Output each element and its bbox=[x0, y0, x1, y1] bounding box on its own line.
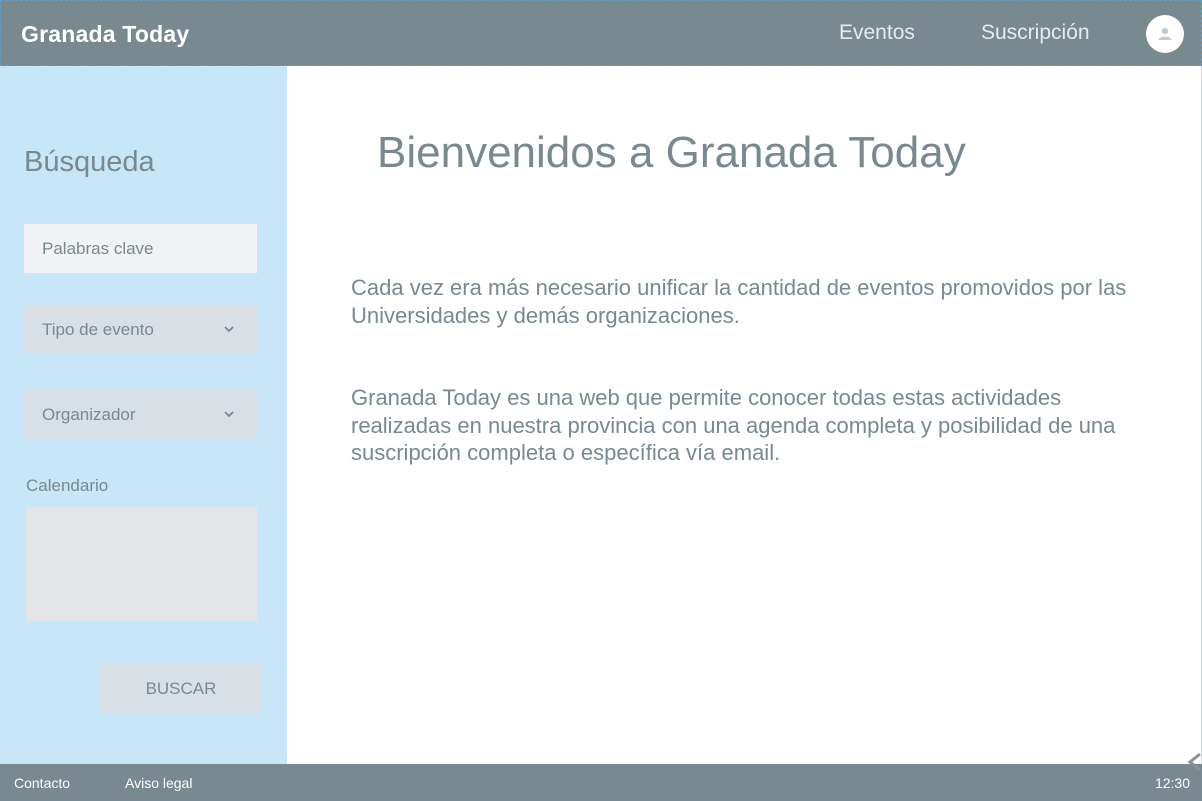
brand-title[interactable]: Granada Today bbox=[21, 21, 189, 48]
nav-eventos[interactable]: Eventos bbox=[839, 21, 915, 45]
footer-aviso-legal-link[interactable]: Aviso legal bbox=[125, 775, 192, 791]
organizer-select[interactable]: Organizador bbox=[24, 390, 257, 439]
event-type-select[interactable]: Tipo de evento bbox=[24, 305, 257, 354]
sidebar-title: Búsqueda bbox=[24, 146, 155, 178]
calendar-widget[interactable] bbox=[26, 507, 257, 621]
top-bar: Granada Today Eventos Suscripción bbox=[0, 0, 1202, 66]
chevron-down-icon bbox=[224, 411, 234, 418]
keywords-input[interactable] bbox=[24, 224, 257, 273]
intro-paragraph: Cada vez era más necesario unificar la c… bbox=[351, 275, 1127, 328]
user-icon bbox=[1158, 27, 1172, 40]
main-content: Bienvenidos a Granada Today Cada vez era… bbox=[287, 66, 1202, 764]
description-paragraph: Granada Today es una web que permite con… bbox=[351, 385, 1116, 465]
footer: Contacto Aviso legal 12:30 bbox=[0, 752, 1202, 801]
footer-contacto-link[interactable]: Contacto bbox=[14, 775, 70, 791]
calendar-label: Calendario bbox=[26, 476, 109, 495]
page-title: Bienvenidos a Granada Today bbox=[377, 128, 966, 177]
resize-handle-icon[interactable] bbox=[1182, 752, 1202, 782]
search-button[interactable]: BUSCAR bbox=[100, 664, 262, 713]
avatar[interactable] bbox=[1146, 15, 1184, 53]
organizer-label: Organizador bbox=[42, 405, 136, 424]
search-sidebar: Búsqueda Tipo de evento Organizador Cale… bbox=[0, 66, 287, 764]
chevron-down-icon bbox=[224, 326, 234, 333]
event-type-label: Tipo de evento bbox=[42, 320, 154, 339]
nav-suscripcion[interactable]: Suscripción bbox=[981, 21, 1090, 45]
